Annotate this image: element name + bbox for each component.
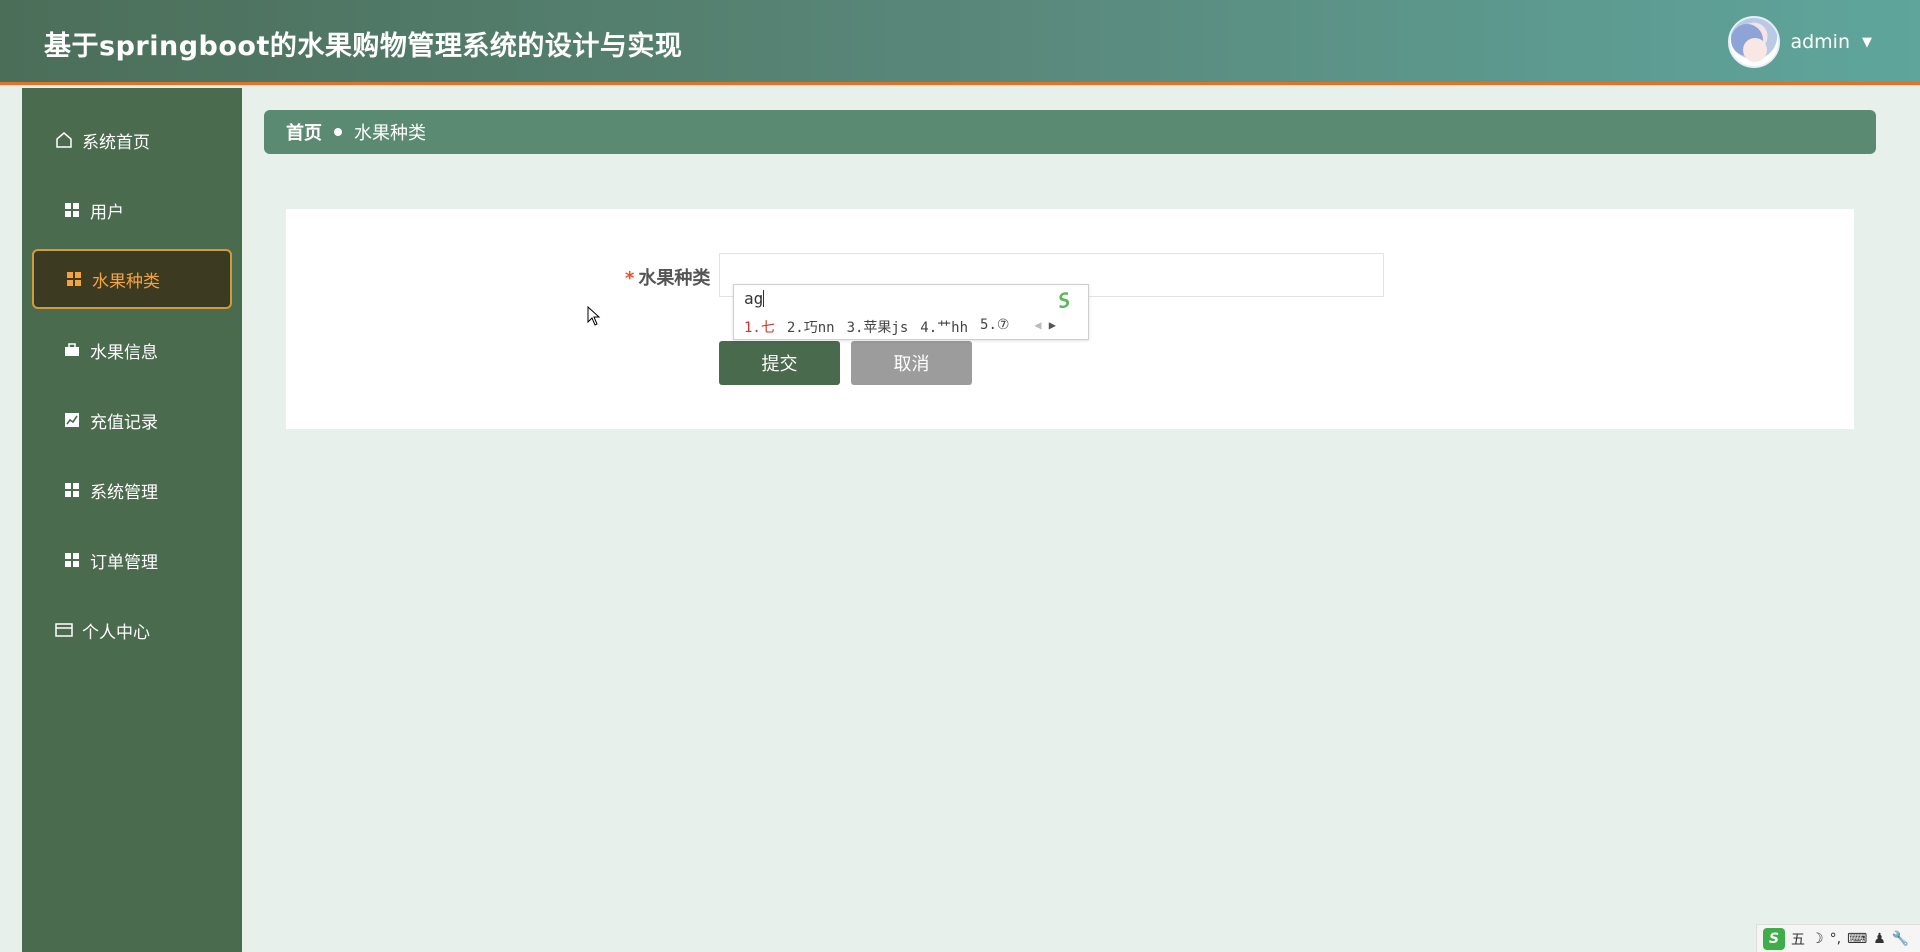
ime-candidate[interactable]: 5.⑦ xyxy=(980,317,1009,337)
ime-mode-label[interactable]: 五 xyxy=(1791,929,1805,949)
sidebar-item-orders[interactable]: 订单管理 xyxy=(22,530,242,590)
label-text: 水果种类 xyxy=(638,268,711,289)
ime-candidate[interactable]: 3.苹果js xyxy=(847,317,909,337)
user-menu[interactable]: admin ▼ xyxy=(1728,16,1872,68)
sidebar-item-label: 系统管理 xyxy=(90,482,158,503)
ime-candidate[interactable]: 2.巧nn xyxy=(787,317,835,337)
cancel-button[interactable]: 取消 xyxy=(851,341,972,385)
submit-button[interactable]: 提交 xyxy=(719,341,840,385)
grid-icon xyxy=(62,200,82,220)
home-icon xyxy=(54,130,74,150)
sidebar-item-label: 系统首页 xyxy=(82,132,150,153)
breadcrumb-separator xyxy=(334,128,342,136)
sidebar-item-fruit-info[interactable]: 水果信息 xyxy=(22,320,242,380)
next-page-icon[interactable]: ▶ xyxy=(1049,318,1056,332)
ime-candidates: 1.七 2.巧nn 3.苹果js 4.艹hh 5.⑦ xyxy=(744,317,1009,337)
sidebar-item-label: 订单管理 xyxy=(90,552,158,573)
ime-toolbar[interactable]: S 五 ☽ °, ⌨ ♟ 🔧 xyxy=(1756,924,1920,952)
chevron-down-icon[interactable]: ▼ xyxy=(1862,35,1872,50)
sogou-logo-icon: S xyxy=(1055,287,1073,314)
sogou-logo-icon[interactable]: S xyxy=(1763,927,1785,950)
ime-page-arrows[interactable]: ◀ ▶ xyxy=(1034,318,1056,332)
ime-candidate[interactable]: 1.七 xyxy=(744,317,775,337)
grid-icon xyxy=(62,480,82,500)
sidebar-item-profile[interactable]: 个人中心 xyxy=(22,600,242,660)
moon-icon[interactable]: ☽ xyxy=(1811,931,1824,947)
prev-page-icon[interactable]: ◀ xyxy=(1034,318,1041,332)
sidebar-item-recharge[interactable]: 充值记录 xyxy=(22,390,242,450)
grid-icon xyxy=(64,269,84,289)
sidebar-item-label: 水果种类 xyxy=(92,271,160,292)
breadcrumb-current: 水果种类 xyxy=(354,123,426,144)
ime-composition: ag xyxy=(744,289,765,308)
chart-icon xyxy=(62,410,82,430)
top-header: 基于springboot的水果购物管理系统的设计与实现 admin ▼ xyxy=(0,0,1920,85)
username[interactable]: admin xyxy=(1790,31,1850,53)
sidebar-item-label: 充值记录 xyxy=(90,412,158,433)
punctuation-icon[interactable]: °, xyxy=(1830,931,1841,947)
person-icon[interactable]: ♟ xyxy=(1873,931,1886,947)
ime-candidate-popup: ag S 1.七 2.巧nn 3.苹果js 4.艹hh 5.⑦ ◀ ▶ xyxy=(733,284,1089,340)
app-title: 基于springboot的水果购物管理系统的设计与实现 xyxy=(44,31,683,62)
sidebar-item-users[interactable]: 用户 xyxy=(22,180,242,240)
sidebar-item-system[interactable]: 系统管理 xyxy=(22,460,242,520)
avatar[interactable] xyxy=(1728,16,1781,68)
wrench-icon[interactable]: 🔧 xyxy=(1892,931,1909,947)
ime-candidate[interactable]: 4.艹hh xyxy=(920,317,968,337)
sidebar-item-label: 用户 xyxy=(90,202,124,223)
fruit-category-label: * 水果种类 xyxy=(625,264,710,290)
mouse-cursor-icon xyxy=(587,305,601,330)
briefcase-icon xyxy=(62,340,82,360)
required-mark: * xyxy=(625,268,635,289)
keyboard-icon[interactable]: ⌨ xyxy=(1847,931,1867,947)
sidebar-item-label: 个人中心 xyxy=(82,622,150,643)
sidebar: 系统首页 用户 水果种类 水果信息 充值记录 系统管理 订单管理 个人中心 xyxy=(22,88,242,952)
sidebar-item-home[interactable]: 系统首页 xyxy=(22,110,242,170)
breadcrumb: 首页 水果种类 xyxy=(264,110,1876,154)
grid-icon xyxy=(62,550,82,570)
breadcrumb-home[interactable]: 首页 xyxy=(286,119,322,145)
sidebar-item-label: 水果信息 xyxy=(90,342,158,363)
sidebar-item-fruit-category[interactable]: 水果种类 xyxy=(32,249,232,309)
card-icon xyxy=(54,620,74,640)
